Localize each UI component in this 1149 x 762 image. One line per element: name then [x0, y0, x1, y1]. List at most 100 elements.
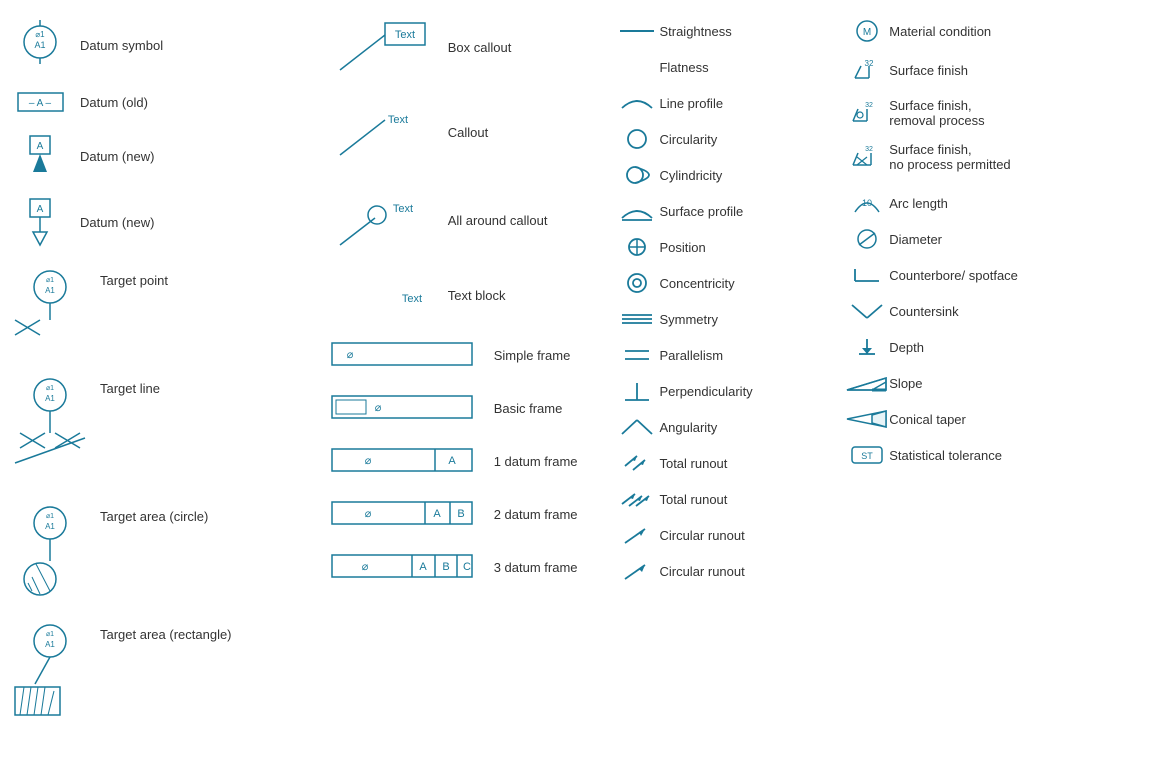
position-label: Position — [659, 240, 705, 255]
datum-new1-icon: A — [10, 134, 70, 179]
all-around-callout-label: All around callout — [448, 213, 548, 228]
svg-text:⌀1: ⌀1 — [46, 631, 54, 638]
position-icon — [614, 236, 659, 258]
surface-finish-label: Surface finish — [889, 63, 968, 78]
perpendicularity-label: Perpendicularity — [659, 384, 752, 399]
surface-finish-removal-icon: 32 — [844, 99, 889, 127]
circularity-label: Circularity — [659, 132, 717, 147]
svg-text:⌀1: ⌀1 — [35, 30, 45, 39]
basic-frame-label: Basic frame — [494, 401, 563, 416]
all-around-callout-row: Text All around callout — [330, 190, 600, 250]
svg-text:B: B — [442, 561, 449, 573]
one-datum-frame-row: ⌀ A 1 datum frame — [330, 446, 600, 477]
concentricity-row: Concentricity — [614, 272, 834, 294]
two-datum-frame-label: 2 datum frame — [494, 507, 578, 522]
material-condition-label: Material condition — [889, 24, 991, 39]
surface-finish-no-process-row: 32 Surface finish, no process permitted — [844, 142, 1144, 172]
svg-text:⌀: ⌀ — [364, 455, 371, 467]
concentricity-label: Concentricity — [659, 276, 734, 291]
datum-symbol-icon: ⌀1 A1 — [10, 20, 70, 70]
counterbore-icon — [844, 264, 889, 286]
statistical-tolerance-icon: ST — [844, 444, 889, 466]
circular-runout2-row: Circular runout — [614, 560, 834, 582]
surface-profile-row: Surface profile — [614, 200, 834, 222]
flatness-row: Flatness — [614, 56, 834, 78]
surface-finish-row: 32 Surface finish — [844, 56, 1144, 84]
line-profile-label: Line profile — [659, 96, 723, 111]
gdt-column: Straightness Flatness Line profile — [609, 10, 839, 752]
target-point-label: Target point — [100, 273, 168, 288]
slope-label: Slope — [889, 376, 922, 391]
angularity-label: Angularity — [659, 420, 717, 435]
total-runout2-label: Total runout — [659, 492, 727, 507]
datum-new1-label: Datum (new) — [80, 149, 154, 164]
flatness-icon — [614, 56, 659, 78]
svg-text:Text: Text — [395, 29, 415, 41]
arc-length-row: 10 Arc length — [844, 192, 1144, 214]
circular-runout1-row: Circular runout — [614, 524, 834, 546]
straightness-icon — [614, 20, 659, 42]
circular-runout1-label: Circular runout — [659, 528, 744, 543]
straightness-row: Straightness — [614, 20, 834, 42]
target-line-icon: ⌀1 A1 — [10, 373, 90, 483]
arc-length-label: Arc length — [889, 196, 948, 211]
svg-text:⌀: ⌀ — [346, 349, 353, 361]
svg-text:32: 32 — [865, 102, 873, 109]
svg-text:ST: ST — [861, 451, 873, 461]
total-runout2-row: Total runout — [614, 488, 834, 510]
line-profile-row: Line profile — [614, 92, 834, 114]
svg-text:A: A — [419, 561, 427, 573]
datum-old-label: Datum (old) — [80, 95, 148, 110]
one-datum-frame-icon: ⌀ A — [330, 446, 480, 477]
svg-text:⌀: ⌀ — [361, 561, 368, 573]
surface-finish-removal-label: Surface finish, — [889, 98, 984, 113]
svg-text:⌀1: ⌀1 — [46, 277, 54, 284]
svg-text:M: M — [863, 27, 871, 38]
material-condition-row: M Material condition — [844, 20, 1144, 42]
circular-runout2-icon — [614, 560, 659, 582]
callout-label: Callout — [448, 125, 488, 140]
depth-row: Depth — [844, 336, 1144, 358]
three-datum-frame-icon: ⌀ A B C — [330, 552, 480, 583]
datum-new2-label: Datum (new) — [80, 215, 154, 230]
line-profile-icon — [614, 92, 659, 114]
svg-text:⌀: ⌀ — [364, 508, 371, 520]
svg-text:A1: A1 — [45, 522, 55, 531]
countersink-icon — [844, 300, 889, 322]
surface-finish-no-process-label2: no process permitted — [889, 157, 1010, 172]
target-area-circle-icon: ⌀1 A1 — [10, 501, 90, 601]
parallelism-row: Parallelism — [614, 344, 834, 366]
slope-icon — [844, 372, 889, 394]
text-block-icon: Text — [330, 280, 430, 310]
concentricity-icon — [614, 272, 659, 294]
depth-label: Depth — [889, 340, 924, 355]
datum-symbol-row: ⌀1 A1 Datum symbol — [10, 20, 310, 70]
surface-finish-no-process-label: Surface finish, — [889, 142, 1010, 157]
datum-new2-row: A Datum (new) — [10, 197, 310, 247]
symmetry-icon — [614, 308, 659, 330]
angularity-row: Angularity — [614, 416, 834, 438]
additional-column: M Material condition 32 Surface finish — [839, 10, 1149, 752]
datum-new1-row: A Datum (new) — [10, 134, 310, 179]
cylindricity-icon — [614, 164, 659, 186]
total-runout1-label: Total runout — [659, 456, 727, 471]
surface-finish-icon: 32 — [844, 56, 889, 84]
target-area-rect-icon: ⌀1 A1 — [10, 619, 90, 724]
circular-runout2-label: Circular runout — [659, 564, 744, 579]
counterbore-label: Counterbore/ spotface — [889, 268, 1018, 283]
simple-frame-label: Simple frame — [494, 348, 571, 363]
svg-text:A1: A1 — [45, 286, 55, 295]
two-datum-frame-row: ⌀ A B 2 datum frame — [330, 499, 600, 530]
target-area-rect-row: ⌀1 A1 Target area (rectangle) — [10, 619, 310, 724]
datum-symbol-label: Datum symbol — [80, 38, 163, 53]
target-line-label: Target line — [100, 381, 160, 396]
slope-row: Slope — [844, 372, 1144, 394]
total-runout1-icon — [614, 452, 659, 474]
cylindricity-label: Cylindricity — [659, 168, 722, 183]
conical-taper-label: Conical taper — [889, 412, 966, 427]
all-around-callout-icon: Text — [330, 190, 430, 250]
parallelism-icon — [614, 344, 659, 366]
simple-frame-icon: ⌀ — [330, 340, 480, 371]
svg-text:A1: A1 — [45, 394, 55, 403]
conical-taper-icon — [844, 408, 889, 430]
